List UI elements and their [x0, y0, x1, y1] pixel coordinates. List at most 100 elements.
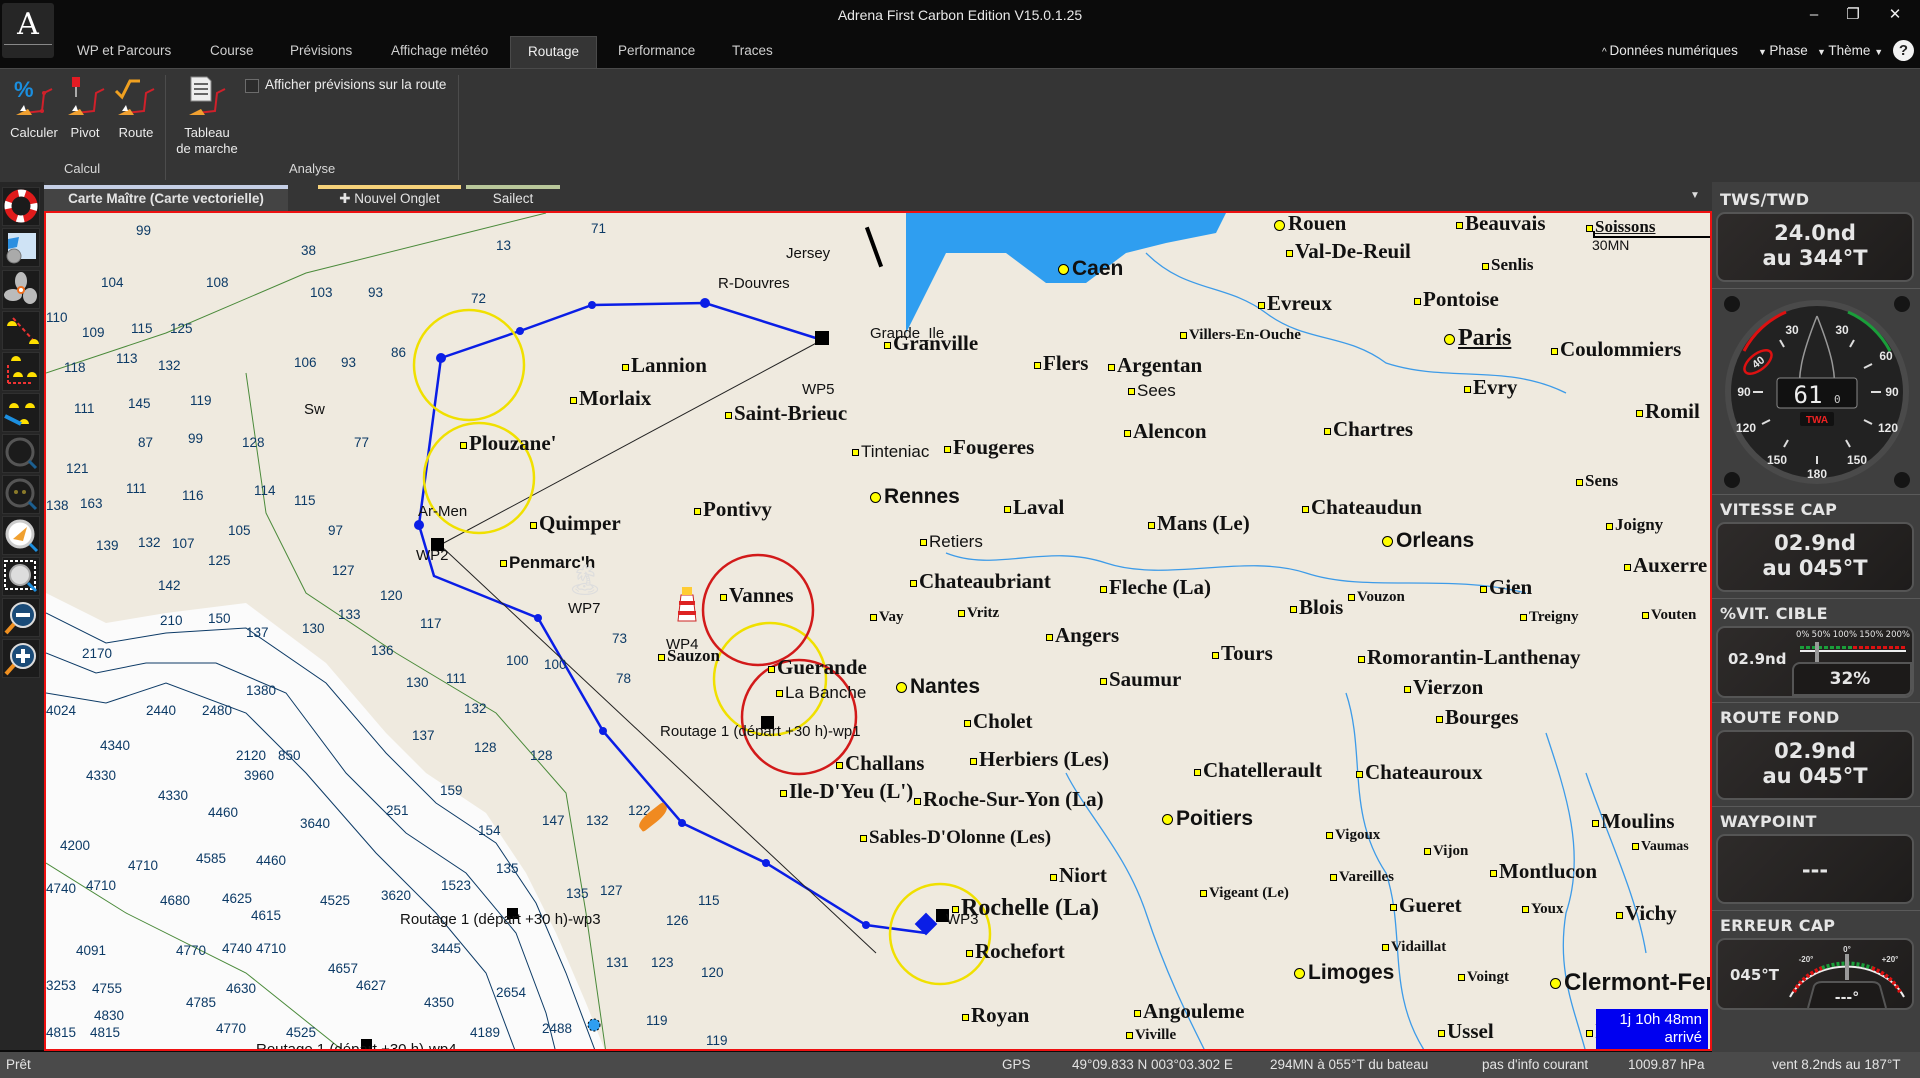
panel-divider	[1712, 702, 1920, 703]
tabs-dropdown-icon[interactable]: ▼	[1690, 190, 1700, 201]
city-label: Coulommiers	[1551, 337, 1681, 362]
theme-menu[interactable]: ▼ Thème ▼	[1817, 36, 1883, 66]
twa-gauge[interactable]: TWA 61 0 30 30 60 90 90 120 120 150 150 180 …	[1722, 294, 1912, 488]
svg-text:+20°: +20°	[1882, 955, 1899, 964]
waypoint-label[interactable]: WP4	[666, 636, 699, 653]
depth-sounding: 137	[246, 625, 269, 640]
depth-sounding: 2440	[146, 703, 177, 718]
depth-sounding: 137	[412, 728, 435, 743]
depth-sounding: 130	[406, 675, 429, 690]
zoom-route-icon[interactable]	[2, 434, 40, 473]
svg-text:150: 150	[1847, 453, 1867, 467]
route-pivot-icon[interactable]	[2, 393, 40, 432]
depth-sounding: 4330	[158, 788, 189, 803]
chart-map[interactable]: 99 38 13 71 104 108 103 93 72 110 109 11…	[44, 211, 1712, 1051]
zoom-in-icon[interactable]	[2, 639, 40, 678]
status-ready: Prêt	[6, 1057, 31, 1072]
depth-sounding: 4630	[226, 981, 257, 996]
depth-sounding: 132	[464, 701, 487, 716]
tab-nouvel-onglet[interactable]: ✚ Nouvel Onglet	[318, 185, 461, 212]
route-fond-display[interactable]: 02.9nd au 045°T	[1716, 730, 1914, 800]
waypoint-display[interactable]: ---	[1716, 834, 1914, 904]
city-label: Retiers	[920, 532, 983, 552]
zoom-waypoints-icon[interactable]	[2, 475, 40, 514]
zoom-out-icon[interactable]	[2, 598, 40, 637]
tab-performance[interactable]: Performance	[606, 36, 707, 68]
city-label: Ile-D'Yeu (L')	[780, 779, 913, 804]
close-button[interactable]: ✕	[1880, 4, 1910, 26]
svg-text:90: 90	[1737, 385, 1751, 399]
depth-sounding: 4815	[46, 1025, 77, 1040]
status-wind: vent 8.2nds au 187°T	[1772, 1057, 1901, 1072]
show-forecast-checkbox[interactable]	[245, 79, 259, 93]
depth-sounding: 128	[474, 740, 497, 755]
panel-divider	[1712, 494, 1920, 495]
depth-sounding: 119	[646, 1013, 668, 1028]
calculer-button[interactable]: % Calculer	[8, 75, 60, 140]
depth-sounding: 38	[301, 243, 317, 258]
propeller-icon[interactable]	[2, 270, 40, 309]
minimize-button[interactable]: ‒	[1799, 4, 1829, 26]
depth-sounding: 4740	[222, 941, 253, 956]
svg-text:-20°: -20°	[1799, 955, 1814, 964]
depth-sounding: 87	[138, 435, 154, 450]
vitesse-cap-display[interactable]: 02.9nd au 045°T	[1716, 522, 1914, 592]
depth-sounding: 111	[74, 401, 95, 416]
city-label: Morlaix	[570, 386, 651, 411]
depth-sounding: 4740	[46, 881, 77, 896]
svg-text:61: 61	[1794, 381, 1823, 409]
depth-sounding: 150	[208, 611, 231, 626]
lifebuoy-icon[interactable]	[2, 187, 40, 226]
numeric-data-menu[interactable]: ^ Données numériques	[1602, 36, 1738, 66]
help-button[interactable]: ?	[1893, 40, 1914, 61]
pivot-button[interactable]: Pivot	[64, 75, 106, 140]
waypoint-label[interactable]: WP5	[802, 381, 835, 398]
depth-sounding: 4680	[160, 893, 191, 908]
city-label: Vaumas	[1632, 839, 1689, 855]
route-check-icon	[114, 75, 158, 119]
tableau-de-marche-button[interactable]: Tableau de marche	[172, 75, 242, 157]
tab-course[interactable]: Course	[198, 36, 266, 68]
zoom-window-icon[interactable]	[2, 557, 40, 596]
city-label: Chartres	[1324, 417, 1413, 442]
tab-carte-maitre[interactable]: Carte Maître (Carte vectorielle)	[44, 185, 288, 212]
vitesse-cap-title: VITESSE CAP	[1720, 500, 1838, 519]
chart-settings-icon[interactable]	[2, 228, 40, 267]
restore-button[interactable]: ❐	[1838, 4, 1868, 26]
vit-cible-display[interactable]: 02.9nd 0% 50% 100% 150% 200% 32%	[1716, 626, 1914, 698]
svg-text:---°: ---°	[1835, 990, 1859, 1006]
depth-sounding: 4585	[196, 851, 227, 866]
city-label: Angers	[1046, 623, 1119, 648]
phase-menu[interactable]: ▼ Phase	[1758, 36, 1808, 66]
tab-traces[interactable]: Traces	[720, 36, 785, 68]
tab-sailect[interactable]: Sailect	[466, 185, 560, 212]
route-waypoints-icon[interactable]	[2, 311, 40, 350]
panel-divider	[1712, 910, 1920, 911]
depth-sounding: 2170	[82, 646, 113, 661]
show-forecast-label[interactable]: Afficher prévisions sur la route	[265, 77, 446, 92]
tab-previsions[interactable]: Prévisions	[278, 36, 364, 68]
tab-affichage-meteo[interactable]: Affichage météo	[379, 36, 500, 68]
zoom-boat-icon[interactable]	[2, 516, 40, 555]
tws-twd-display[interactable]: 24.0nd au 344°T	[1716, 212, 1914, 282]
route-build-icon[interactable]	[2, 352, 40, 391]
percent-route-icon: %	[12, 75, 56, 119]
city-label: Vouzon	[1348, 589, 1405, 606]
route-button[interactable]: Route	[112, 75, 160, 140]
erreur-cap-display[interactable]: 045°T 0° -20° +20° ---°	[1716, 938, 1914, 1010]
tab-routage[interactable]: Routage	[510, 36, 597, 68]
depth-sounding: 115	[698, 893, 720, 908]
depth-sounding: 103	[310, 285, 333, 300]
depth-sounding: 86	[391, 345, 407, 360]
svg-text:TWA: TWA	[1806, 415, 1828, 426]
city-label: Lannion	[622, 353, 707, 378]
depth-sounding: 128	[530, 748, 553, 763]
erreur-cap-title: ERREUR CAP	[1720, 916, 1836, 935]
tab-wp-parcours[interactable]: WP et Parcours	[65, 36, 183, 68]
waypoint-label[interactable]: WP3	[946, 911, 979, 928]
city-label: Gueret	[1390, 893, 1462, 918]
waypoint-label[interactable]: WP7	[568, 600, 601, 617]
waypoint-label[interactable]: WP2	[416, 547, 449, 564]
depth-sounding: 135	[566, 886, 589, 901]
group-label-calcul: Calcul	[64, 161, 101, 176]
